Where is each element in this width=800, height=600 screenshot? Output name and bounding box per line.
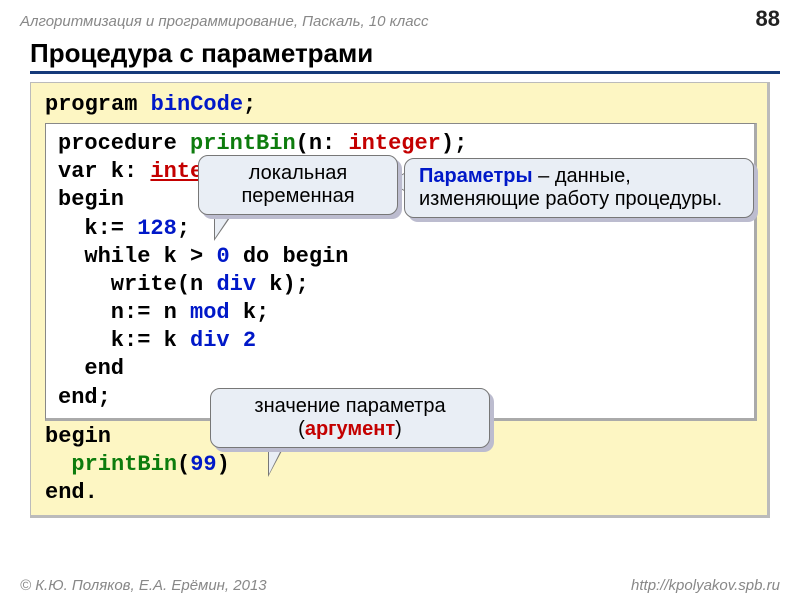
callout-tail [215, 214, 231, 238]
code-line: n:= n mod k; [58, 299, 744, 327]
code-line: write(n div k); [58, 271, 744, 299]
footer-url: http://kpolyakov.spb.ru [631, 577, 780, 594]
code-line: k:= 128; [58, 215, 744, 243]
code-line: procedure printBin(n: integer); [58, 130, 744, 158]
code-line: while k > 0 do begin [58, 243, 744, 271]
code-line: program binCode; [45, 91, 757, 119]
code-line: k:= k div 2 [58, 327, 744, 355]
callout-tail [269, 446, 283, 474]
callout-local-variable: локальная переменная [198, 155, 398, 215]
code-line: end. [45, 479, 757, 507]
copyright: © К.Ю. Поляков, Е.А. Ерёмин, 2013 [20, 577, 267, 594]
code-block: program binCode; procedure printBin(n: i… [30, 82, 770, 518]
breadcrumb: Алгоритмизация и программирование, Паска… [20, 13, 429, 30]
slide-footer: © К.Ю. Поляков, Е.А. Ерёмин, 2013 http:/… [20, 577, 780, 594]
code-line: printBin(99) [45, 451, 757, 479]
slide-title: Процедура с параметрами [30, 38, 780, 74]
page-number: 88 [756, 6, 780, 32]
slide-header: Алгоритмизация и программирование, Паска… [0, 0, 800, 34]
code-line: end [58, 355, 744, 383]
callout-parameters: Параметры – данные, изменяющие работу пр… [404, 158, 754, 218]
callout-argument: значение параметра (аргумент) [210, 388, 490, 448]
